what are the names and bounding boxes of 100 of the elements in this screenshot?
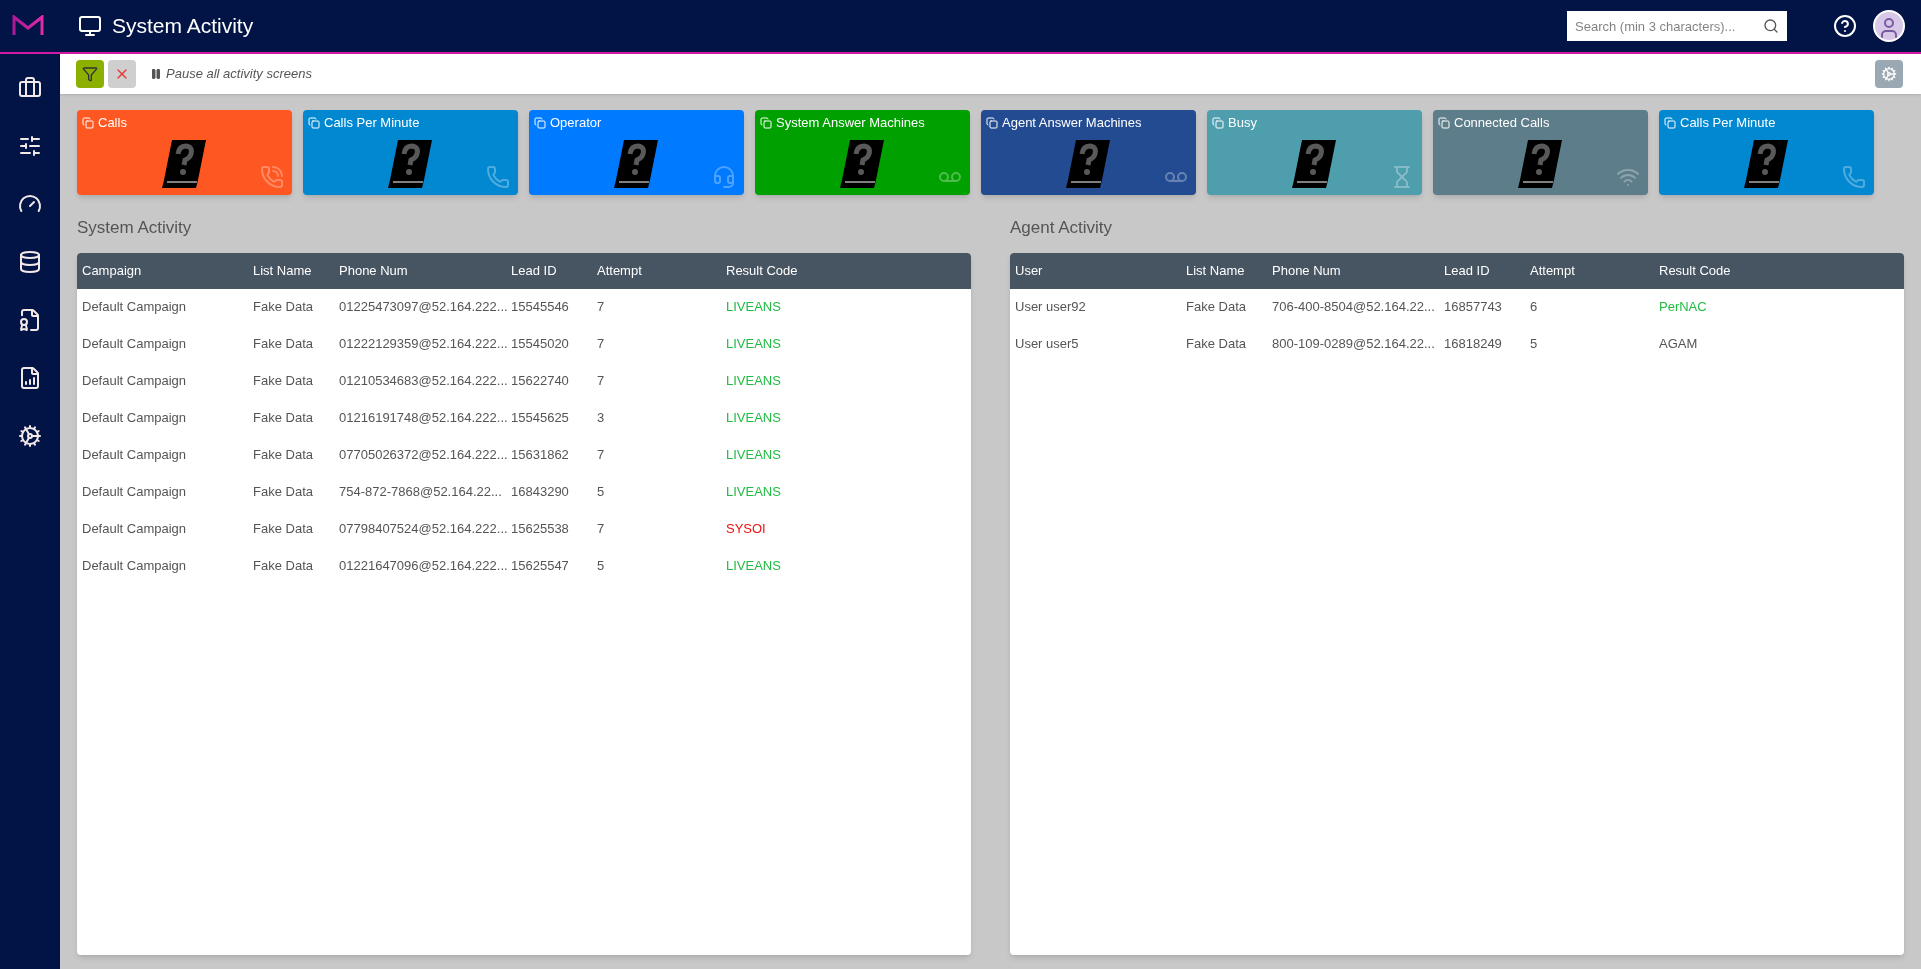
table-cell-text: 16843290 (511, 483, 570, 502)
table-cell-text: 7 (597, 298, 606, 317)
column-header[interactable]: Attempt (597, 260, 726, 281)
table-cell-text: User user92 (1015, 298, 1087, 317)
table-cell-text: 01216191748@52.164.222... (339, 409, 509, 428)
table-cell-text: Default Campaign (82, 372, 188, 391)
copy-icon (1664, 116, 1676, 129)
certificate-file-icon[interactable] (18, 308, 42, 332)
section-title: System Activity (77, 217, 193, 239)
table-cell-text: 15545546 (511, 298, 570, 317)
tile-label: Calls Per Minute (324, 114, 420, 132)
stat-tile[interactable]: Operator (529, 110, 744, 195)
avatar[interactable] (1873, 10, 1905, 42)
table-cell-text: 15622740 (511, 372, 570, 391)
tile-label: Operator (550, 114, 602, 132)
column-header[interactable]: User (1015, 260, 1186, 281)
search-field[interactable]: Search (min 3 characters)... (1567, 11, 1787, 41)
briefcase-icon[interactable] (18, 76, 42, 100)
tile-label: System Answer Machines (776, 114, 925, 132)
table-cell-text: Default Campaign (82, 409, 188, 428)
pause-icon (150, 68, 162, 80)
table-cell-text: 800-109-0289@52.164.22... (1272, 335, 1436, 354)
search-icon (1763, 18, 1779, 34)
pause-button[interactable]: Pause all activity screens (150, 64, 312, 84)
column-header[interactable]: Attempt (1530, 260, 1659, 281)
tile-label: Calls Per Minute (1680, 114, 1776, 132)
table-cell-text: Fake Data (253, 557, 314, 576)
table-cell-text: 7 (597, 446, 606, 465)
table-cell-text: LIVEANS (726, 335, 782, 354)
table-cell-text: 01225473097@52.164.222... (339, 298, 509, 317)
table-cell-text: Default Campaign (82, 298, 188, 317)
table-cell-text: Fake Data (253, 483, 314, 502)
column-header[interactable]: Phone Num (339, 260, 511, 281)
table-cell-text: LIVEANS (726, 446, 782, 465)
table-cell-text: User user5 (1015, 335, 1080, 354)
activity-monitor-icon (78, 14, 102, 38)
column-header[interactable]: List Name (1186, 260, 1272, 281)
table-cell-text: 16818249 (1444, 335, 1503, 354)
copy-icon (986, 116, 998, 129)
column-header[interactable]: Lead ID (511, 260, 597, 281)
table-cell-text: Default Campaign (82, 446, 188, 465)
table-cell-text: LIVEANS (726, 372, 782, 391)
stat-tile[interactable]: Calls Per Minute (1659, 110, 1874, 195)
copy-icon (82, 116, 94, 129)
table-cell-text: 01210534683@52.164.222... (339, 372, 509, 391)
column-header[interactable]: List Name (253, 260, 339, 281)
table-cell-text: AGAM (1659, 335, 1699, 354)
table-cell-text: 16857743 (1444, 298, 1503, 317)
table-cell-text: 5 (1530, 335, 1539, 354)
table-cell-text: 07705026372@52.164.222... (339, 446, 509, 465)
copy-icon (308, 116, 320, 129)
stat-tile[interactable]: Agent Answer Machines (981, 110, 1196, 195)
phone-icon (486, 165, 510, 189)
help-icon[interactable] (1833, 14, 1857, 38)
table-cell-text: 07798407524@52.164.222... (339, 520, 509, 539)
column-header[interactable]: Phone Num (1272, 260, 1444, 281)
table-cell-text: 01222129359@52.164.222... (339, 335, 509, 354)
tile-label: Calls (98, 114, 127, 132)
table-cell-text: 6 (1530, 298, 1539, 317)
table-cell-text: SYSOI (726, 520, 767, 539)
copy-icon (760, 116, 772, 129)
column-header[interactable]: Result Code (726, 260, 966, 281)
section-title: Agent Activity (1010, 217, 1114, 239)
table-cell-text: Default Campaign (82, 520, 188, 539)
table-cell-text: Fake Data (253, 409, 314, 428)
table-cell-text: Default Campaign (82, 483, 188, 502)
column-header[interactable]: Result Code (1659, 260, 1899, 281)
column-header[interactable]: Lead ID (1444, 260, 1530, 281)
database-icon[interactable] (18, 250, 42, 274)
tile-label: Agent Answer Machines (1002, 114, 1142, 132)
tile-label: Busy (1228, 114, 1257, 132)
report-file-icon[interactable] (18, 366, 42, 390)
copy-icon (1212, 116, 1224, 129)
table-cell-text: Fake Data (1186, 298, 1247, 317)
table-cell-text: Fake Data (253, 372, 314, 391)
table-cell-text: Fake Data (253, 520, 314, 539)
table-cell-text: 7 (597, 520, 606, 539)
table-cell-text: 15631862 (511, 446, 570, 465)
table-cell-text: Fake Data (253, 446, 314, 465)
page-title: System Activity (112, 13, 254, 40)
stat-tile[interactable]: Connected Calls (1433, 110, 1648, 195)
table-cell-text: 15625538 (511, 520, 570, 539)
sliders-icon[interactable] (18, 134, 42, 158)
phone-icon (1842, 165, 1866, 189)
table-cell-text: 754-872-7868@52.164.22... (339, 483, 503, 502)
table-cell-text: Fake Data (1186, 335, 1247, 354)
table-cell-text: LIVEANS (726, 557, 782, 576)
copy-icon (534, 116, 546, 129)
filter-button[interactable] (76, 60, 104, 88)
table-cell-text: 15545625 (511, 409, 570, 428)
table-cell-text: 706-400-8504@52.164.22... (1272, 298, 1436, 317)
column-header[interactable]: Campaign (82, 260, 253, 281)
stat-tile[interactable]: Calls Per Minute (303, 110, 518, 195)
table-cell-text: PerNAC (1659, 298, 1708, 317)
tile-label: Connected Calls (1454, 114, 1550, 132)
table-cell-text: Fake Data (253, 335, 314, 354)
headset-icon (712, 165, 736, 189)
table-cell-text: 7 (597, 372, 606, 391)
table-cell-text: Default Campaign (82, 557, 188, 576)
settings-icon (1881, 66, 1897, 82)
